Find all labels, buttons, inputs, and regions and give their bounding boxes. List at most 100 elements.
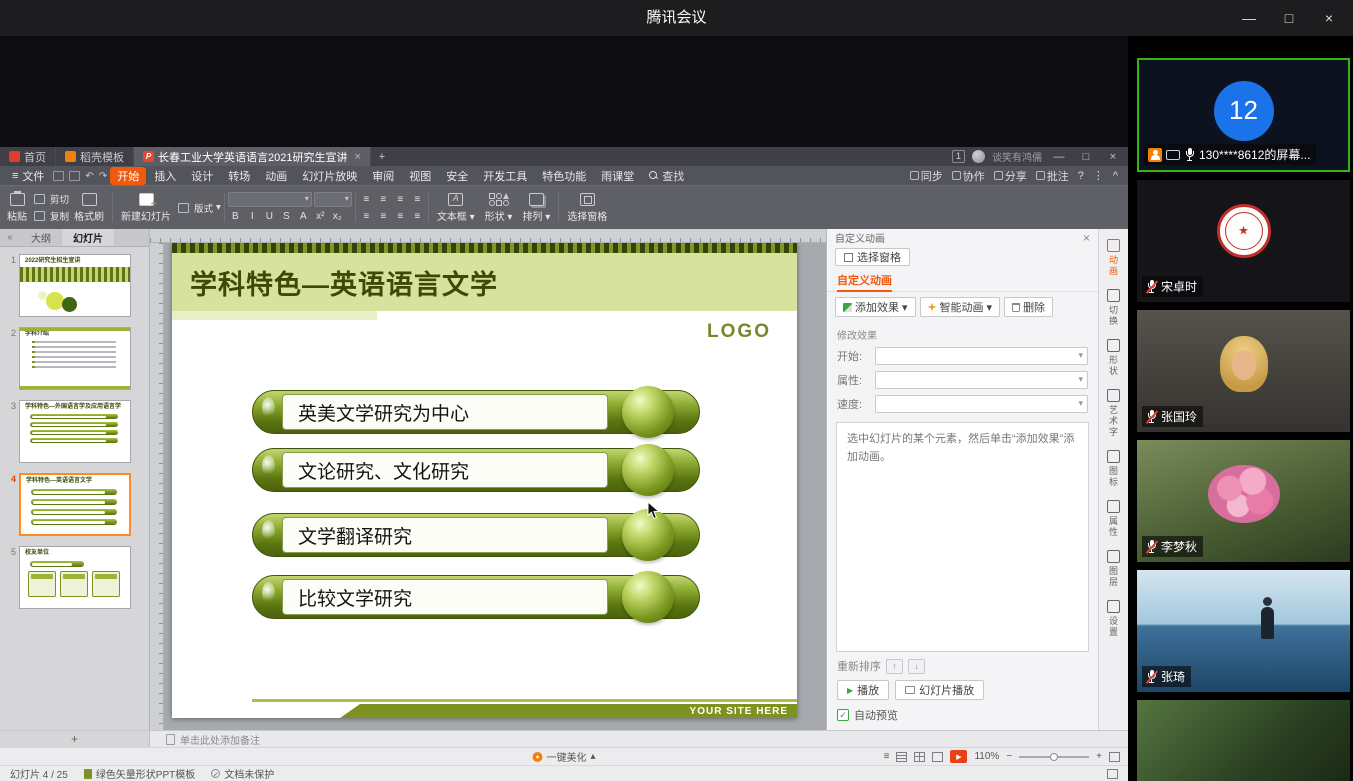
slide-thumbnail[interactable]: 校友单位 — [19, 546, 131, 609]
move-down-button[interactable]: ↓ — [908, 659, 925, 674]
participant-tile[interactable]: 李梦秋 — [1137, 440, 1350, 562]
auto-preview-checkbox[interactable]: ✓ — [837, 709, 849, 721]
undo-icon[interactable]: ↶ — [85, 171, 93, 181]
subscript-button[interactable]: x₂ — [330, 210, 345, 224]
thumbnail-row[interactable]: 2 学科介绍 — [0, 327, 143, 390]
thumbnail-row[interactable]: 1 2022研究生招生宣讲 — [0, 254, 143, 317]
bullets-button[interactable]: ≡ — [359, 209, 374, 223]
justify-button[interactable]: ≡ — [410, 192, 425, 206]
move-up-button[interactable]: ↑ — [886, 659, 903, 674]
collapse-panel-icon[interactable]: « — [0, 232, 20, 243]
font-color-button[interactable]: A — [296, 210, 311, 224]
slide-thumbnail-selected[interactable]: 学科特色—英语语言文学 — [19, 473, 131, 536]
template-name[interactable]: 绿色矢量形状PPT模板 — [84, 766, 195, 781]
speed-select[interactable] — [875, 395, 1088, 413]
collapse-ribbon-button[interactable]: ^ — [1113, 170, 1118, 182]
wps-tab-home[interactable]: 首页 — [0, 147, 56, 166]
menu-tab[interactable]: 设计 — [184, 167, 220, 185]
smart-animation-button[interactable]: 智能动画 ▾ — [920, 297, 1001, 317]
new-tab-button[interactable]: + — [371, 147, 393, 166]
add-slide-button[interactable]: + — [0, 731, 150, 747]
save-icon[interactable] — [53, 171, 64, 181]
bold-button[interactable]: B — [228, 210, 243, 224]
sidebar-item-layers[interactable]: 图层 — [1107, 550, 1120, 588]
more-button[interactable]: ⋮ — [1093, 169, 1104, 182]
menu-tab[interactable]: 特色功能 — [535, 167, 593, 185]
menu-tab[interactable]: 插入 — [147, 167, 183, 185]
strikethrough-button[interactable]: S — [279, 210, 294, 224]
wps-close-button[interactable]: × — [1103, 151, 1123, 163]
italic-button[interactable]: I — [245, 210, 260, 224]
maximize-button[interactable]: □ — [1269, 0, 1309, 36]
slide-canvas[interactable]: 学科特色—英语语言文学 LOGO 英美文学研究为中心 — [150, 243, 826, 730]
menu-tab[interactable]: 幻灯片放映 — [295, 167, 364, 185]
menu-tab[interactable]: 动画 — [258, 167, 294, 185]
shapes-button[interactable]: 形状 ▾ — [480, 188, 518, 227]
menu-tab[interactable]: 审阅 — [365, 167, 401, 185]
slide-thumbnail[interactable]: 学科特色—外国语言学及应用语言学 — [19, 400, 131, 463]
slide-thumbnail[interactable]: 2022研究生招生宣讲 — [19, 254, 131, 317]
notes-toggle-icon[interactable]: ≡ — [884, 751, 890, 762]
wps-tab-docer[interactable]: 稻壳模板 — [56, 147, 134, 166]
line-spacing-button[interactable]: ≡ — [410, 209, 425, 223]
zoom-in-button[interactable]: + — [1096, 751, 1102, 762]
arrange-button[interactable]: 排列 ▾ — [517, 188, 555, 227]
collaborate-button[interactable]: 协作 — [952, 168, 985, 184]
minimize-button[interactable]: — — [1229, 0, 1269, 36]
wps-minimize-button[interactable]: — — [1049, 151, 1069, 163]
screen-share-tile[interactable]: 12 130****8612的屏幕... — [1137, 58, 1350, 172]
wps-maximize-button[interactable]: □ — [1076, 151, 1096, 163]
fullscreen-icon[interactable] — [1107, 769, 1118, 779]
custom-animation-tab[interactable]: 自定义动画 — [827, 268, 1098, 292]
zoom-slider-knob[interactable] — [1050, 753, 1058, 761]
sync-button[interactable]: 同步 — [910, 168, 943, 184]
format-painter-button[interactable]: 格式刷 — [69, 188, 109, 227]
zoom-slider[interactable] — [1019, 756, 1089, 758]
share-button[interactable]: 分享 — [994, 168, 1027, 184]
copy-button[interactable]: 复制 — [32, 209, 69, 223]
underline-button[interactable]: U — [262, 210, 277, 224]
slide-bullet-pill[interactable]: 文论研究、文化研究 — [252, 448, 700, 492]
menu-tab[interactable]: 雨课堂 — [594, 167, 641, 185]
paste-button[interactable]: 粘贴 — [2, 188, 32, 227]
tab-slides[interactable]: 幻灯片 — [62, 229, 114, 246]
start-select[interactable] — [875, 347, 1088, 365]
zoom-out-button[interactable]: − — [1006, 751, 1012, 762]
participant-tile-partial[interactable] — [1137, 700, 1350, 781]
menu-tab[interactable]: 视图 — [402, 167, 438, 185]
menu-tab-start[interactable]: 开始 — [110, 167, 146, 185]
selection-pane-button[interactable]: 选择窗格 — [835, 248, 910, 266]
thumbnail-row[interactable]: 3 学科特色—外国语言学及应用语言学 — [0, 400, 143, 463]
sidebar-item-properties[interactable]: 属性 — [1107, 500, 1120, 538]
notes-input[interactable]: 单击此处添加备注 — [150, 731, 1128, 747]
horizontal-ruler[interactable] — [150, 229, 826, 243]
redo-icon[interactable]: ↷ — [99, 171, 107, 181]
fit-slide-icon[interactable] — [1109, 752, 1120, 762]
thumbnail-row[interactable]: 5 校友单位 — [0, 546, 143, 609]
select-pane-button[interactable]: 选择窗格 — [562, 188, 612, 227]
slide-sorter-icon[interactable] — [914, 752, 925, 762]
sidebar-item-icons[interactable]: 图标 — [1107, 450, 1120, 488]
indent-button[interactable]: ≡ — [393, 209, 408, 223]
close-panel-icon[interactable]: × — [1083, 231, 1090, 245]
font-size-select[interactable] — [314, 192, 352, 207]
file-menu-button[interactable]: ≡ 文件 — [6, 168, 50, 184]
sidebar-item-animation[interactable]: 动画 — [1107, 239, 1120, 277]
menu-tab[interactable]: 开发工具 — [476, 167, 534, 185]
normal-view-icon[interactable] — [896, 752, 907, 762]
zoom-level[interactable]: 110% — [974, 751, 999, 762]
slideshow-button[interactable]: 幻灯片播放 — [895, 680, 984, 700]
comment-button[interactable]: 批注 — [1036, 168, 1069, 184]
align-left-button[interactable]: ≡ — [359, 192, 374, 206]
cut-button[interactable]: 剪切 — [32, 192, 69, 206]
sidebar-item-wordart[interactable]: 艺术字 — [1107, 389, 1120, 438]
help-button[interactable]: ? — [1078, 170, 1084, 182]
add-effect-button[interactable]: 添加效果 ▾ — [835, 297, 916, 317]
align-right-button[interactable]: ≡ — [393, 192, 408, 206]
tab-close-icon[interactable]: × — [354, 151, 360, 163]
close-button[interactable]: × — [1309, 0, 1349, 36]
slide-bullet-pill[interactable]: 比较文学研究 — [252, 575, 700, 619]
property-select[interactable] — [875, 371, 1088, 389]
menu-tab[interactable]: 安全 — [439, 167, 475, 185]
sidebar-item-shapes[interactable]: 形状 — [1107, 339, 1120, 377]
